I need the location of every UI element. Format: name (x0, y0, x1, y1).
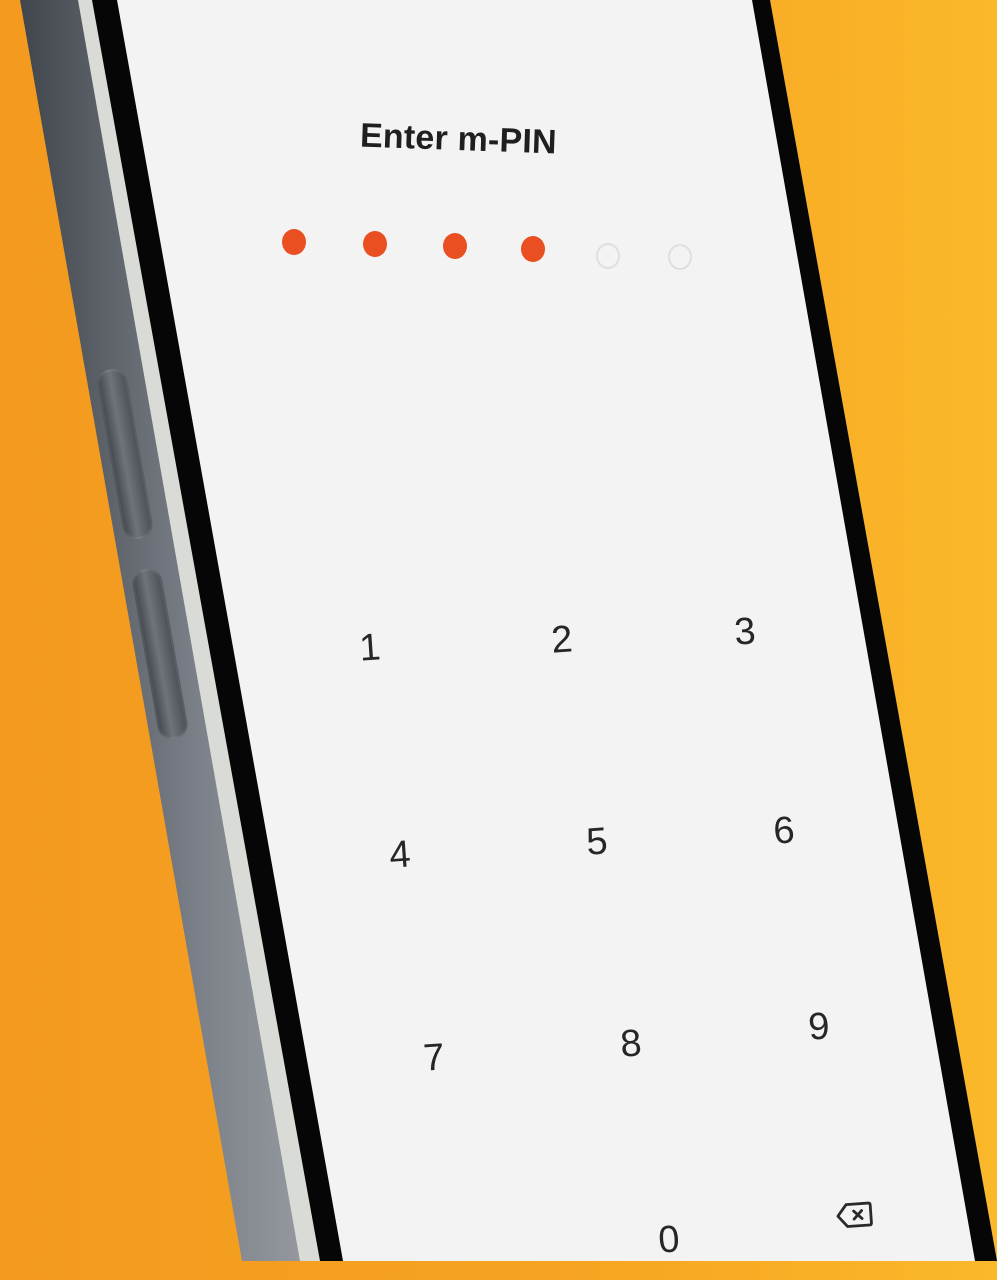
key-9[interactable]: 9 (780, 988, 859, 1067)
pin-dot (521, 236, 545, 262)
backspace-button[interactable] (830, 1196, 881, 1237)
key-8[interactable]: 8 (592, 1005, 671, 1084)
key-7[interactable]: 7 (395, 1019, 474, 1098)
key-6[interactable]: 6 (745, 792, 824, 871)
pin-dot (363, 231, 387, 257)
key-5[interactable]: 5 (558, 803, 637, 882)
key-2[interactable]: 2 (523, 601, 602, 680)
pin-dot (282, 229, 306, 255)
pin-dot (668, 244, 692, 270)
key-3[interactable]: 3 (706, 593, 785, 672)
backspace-icon (835, 1199, 875, 1235)
pin-dot (596, 243, 620, 269)
key-1[interactable]: 1 (331, 609, 410, 688)
pin-dot (443, 233, 467, 259)
key-4[interactable]: 4 (361, 816, 440, 895)
page-title: Enter m-PIN (359, 116, 558, 162)
key-0[interactable]: 0 (630, 1201, 709, 1261)
